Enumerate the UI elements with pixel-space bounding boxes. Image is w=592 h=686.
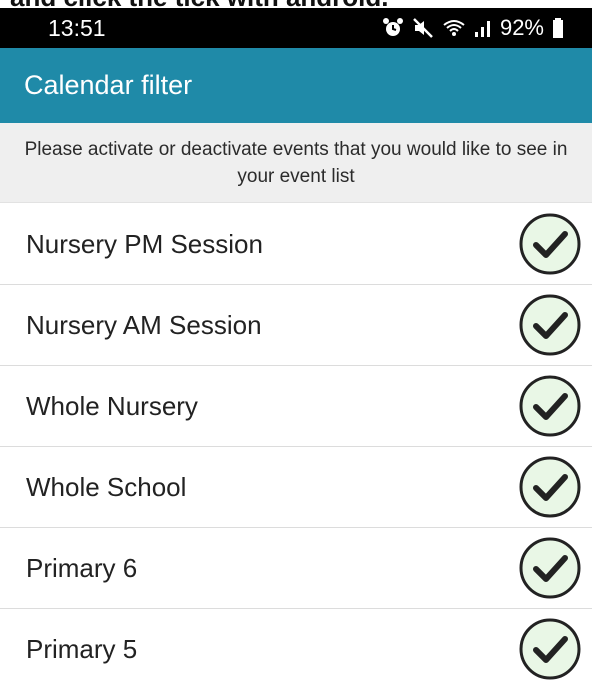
event-row[interactable]: Primary 5 (0, 609, 592, 686)
event-label: Primary 6 (26, 552, 138, 583)
top-caption: and click the tick with android. (0, 0, 592, 10)
event-row[interactable]: Primary 6 (0, 528, 592, 609)
instructions-text: Please activate or deactivate events tha… (24, 138, 568, 187)
signal-icon (474, 18, 492, 38)
event-label: Whole School (26, 471, 187, 502)
event-label: Nursery AM Session (26, 309, 262, 340)
wifi-icon (442, 17, 466, 39)
mute-icon (412, 17, 434, 39)
event-row[interactable]: Whole Nursery (0, 366, 592, 447)
event-label: Nursery PM Session (26, 228, 263, 259)
page-title: Calendar filter (24, 70, 193, 100)
app-screen: and click the tick with android. 13:51 (0, 0, 592, 686)
event-row[interactable]: Whole School (0, 447, 592, 528)
status-bar: 13:51 92% (0, 8, 592, 48)
event-label: Primary 5 (26, 633, 138, 664)
event-row[interactable]: Nursery AM Session (0, 285, 592, 366)
event-label: Whole Nursery (26, 390, 198, 421)
checkmark-circle-icon[interactable] (518, 536, 582, 600)
event-row[interactable]: Nursery PM Session (0, 204, 592, 285)
battery-percent: 92% (499, 15, 544, 40)
status-icons: 92% (382, 15, 564, 41)
checkmark-circle-icon[interactable] (518, 374, 582, 438)
filter-instructions: Please activate or deactivate events tha… (0, 123, 592, 203)
checkmark-circle-icon[interactable] (518, 293, 582, 357)
status-time: 13:51 (48, 14, 106, 41)
checkmark-circle-icon[interactable] (518, 455, 582, 519)
app-bar: Calendar filter (0, 48, 592, 123)
event-filter-list: Nursery PM Session Nursery AM Session Wh… (0, 204, 592, 686)
alarm-icon (382, 17, 404, 39)
checkmark-circle-icon[interactable] (518, 212, 582, 276)
battery-icon (552, 17, 564, 39)
checkmark-circle-icon[interactable] (518, 617, 582, 681)
